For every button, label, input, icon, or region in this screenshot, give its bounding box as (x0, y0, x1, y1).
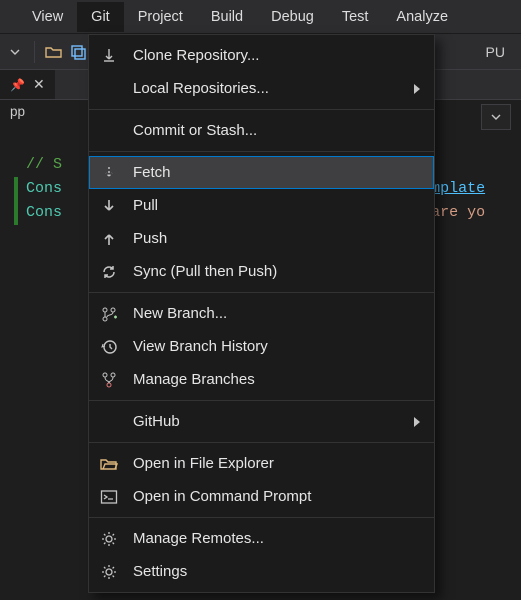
mi-label: Sync (Pull then Push) (133, 263, 420, 280)
close-icon[interactable]: ✕ (33, 76, 45, 93)
save-all-icon[interactable] (69, 43, 87, 61)
terminal-icon (99, 487, 119, 507)
submenu-arrow-icon (414, 417, 420, 427)
menu-separator (89, 442, 434, 443)
menubar: View Git Project Build Debug Test Analyz… (0, 0, 521, 34)
folder-open-icon (99, 454, 119, 474)
menu-separator (89, 151, 434, 152)
fetch-icon (99, 163, 119, 183)
mi-sync[interactable]: Sync (Pull then Push) (89, 255, 434, 288)
mi-label: Local Repositories... (133, 80, 400, 97)
clone-icon (99, 46, 119, 66)
editor-gutter (0, 153, 22, 225)
blank-icon (99, 121, 119, 141)
pull-icon (99, 196, 119, 216)
mi-label: Open in File Explorer (133, 455, 420, 472)
mi-label: GitHub (133, 413, 400, 430)
mi-label: View Branch History (133, 338, 420, 355)
menu-build[interactable]: Build (197, 2, 257, 32)
mi-label: Fetch (133, 164, 420, 181)
menu-separator (89, 292, 434, 293)
menu-view[interactable]: View (18, 2, 77, 32)
menu-git[interactable]: Git (77, 2, 124, 32)
mi-github[interactable]: GitHub (89, 405, 434, 438)
mi-push[interactable]: Push (89, 222, 434, 255)
code-string: are (431, 204, 467, 221)
toolbar-config-text: PU (486, 44, 511, 60)
menu-test[interactable]: Test (328, 2, 383, 32)
mi-label: Commit or Stash... (133, 122, 420, 139)
editor-tab[interactable]: 📌 ✕ (0, 70, 55, 99)
branches-icon (99, 370, 119, 390)
gear-icon (99, 562, 119, 582)
code-type: Cons (26, 204, 62, 221)
git-menu: Clone Repository... Local Repositories..… (88, 34, 435, 593)
mi-label: Pull (133, 197, 420, 214)
toolbar-separator (34, 41, 35, 63)
blank-icon (99, 79, 119, 99)
submenu-arrow-icon (414, 84, 420, 94)
mi-view-branch-history[interactable]: View Branch History (89, 330, 434, 363)
mi-pull[interactable]: Pull (89, 189, 434, 222)
mi-label: Clone Repository... (133, 47, 420, 64)
mi-new-branch[interactable]: New Branch... (89, 297, 434, 330)
open-folder-icon[interactable] (45, 43, 63, 61)
mi-label: Manage Branches (133, 371, 420, 388)
sync-icon (99, 262, 119, 282)
mi-settings[interactable]: Settings (89, 555, 434, 588)
mi-label: Push (133, 230, 420, 247)
menu-separator (89, 109, 434, 110)
mi-label: Open in Command Prompt (133, 488, 420, 505)
mi-local-repositories[interactable]: Local Repositories... (89, 72, 434, 105)
mi-fetch[interactable]: Fetch (89, 156, 434, 189)
editor-dropdown-button[interactable] (481, 104, 511, 130)
change-indicator (14, 177, 18, 225)
mi-manage-remotes[interactable]: Manage Remotes... (89, 522, 434, 555)
mi-label: Manage Remotes... (133, 530, 420, 547)
branch-new-icon (99, 304, 119, 324)
menu-separator (89, 517, 434, 518)
pin-icon[interactable]: 📌 (10, 78, 25, 92)
mi-label: New Branch... (133, 305, 420, 322)
blank-icon (99, 412, 119, 432)
mi-open-in-command-prompt[interactable]: Open in Command Prompt (89, 480, 434, 513)
gear-icon (99, 529, 119, 549)
push-icon (99, 229, 119, 249)
code-type: Cons (26, 180, 62, 197)
mi-open-in-file-explorer[interactable]: Open in File Explorer (89, 447, 434, 480)
code-comment: // S (26, 156, 62, 173)
mi-label: Settings (133, 563, 420, 580)
nav-dropdown-icon[interactable] (6, 43, 24, 61)
mi-clone-repository[interactable]: Clone Repository... (89, 39, 434, 72)
menu-separator (89, 400, 434, 401)
mi-commit-or-stash[interactable]: Commit or Stash... (89, 114, 434, 147)
menu-project[interactable]: Project (124, 2, 197, 32)
menu-debug[interactable]: Debug (257, 2, 328, 32)
code-string: yo (467, 204, 485, 221)
history-icon (99, 337, 119, 357)
mi-manage-branches[interactable]: Manage Branches (89, 363, 434, 396)
menu-analyze[interactable]: Analyze (382, 2, 462, 32)
